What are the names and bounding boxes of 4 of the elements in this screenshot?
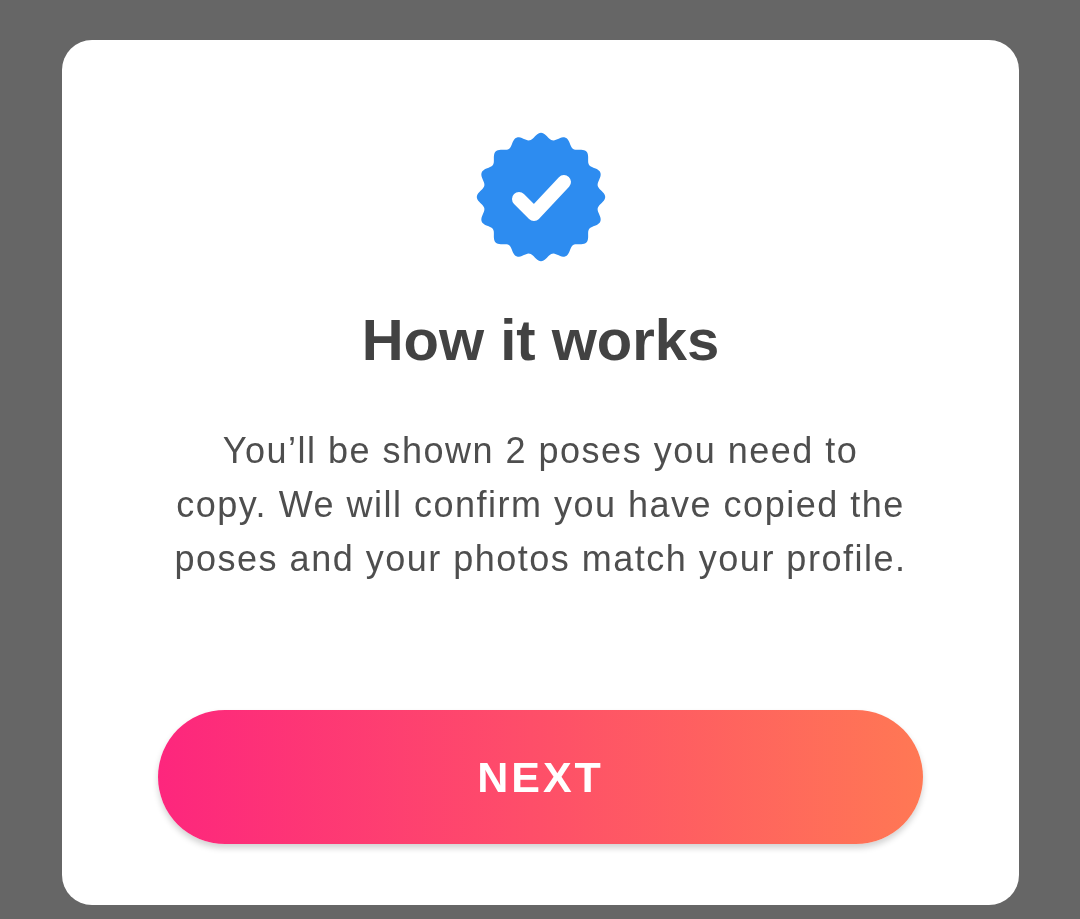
next-button[interactable]: NEXT bbox=[158, 710, 923, 844]
dialog-body: You’ll be shown 2 poses you need to copy. We will confirm you have copied the poses and your photos match your profile. bbox=[174, 429, 907, 581]
dialog-title: How it works bbox=[361, 308, 720, 372]
verified-badge-icon bbox=[475, 132, 606, 262]
